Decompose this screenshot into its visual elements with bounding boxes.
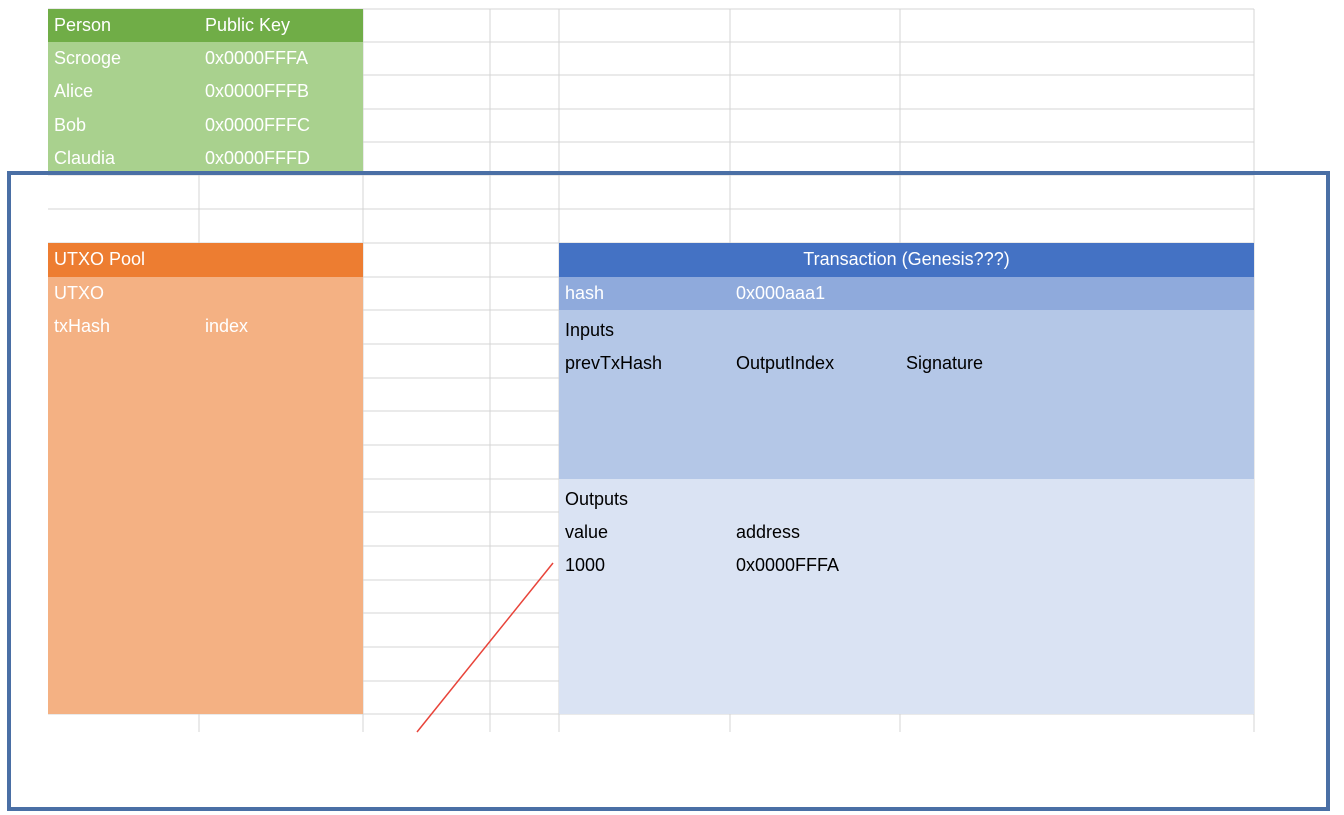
transaction-inputs-section: Inputs prevTxHash OutputIndex Signature	[559, 310, 1254, 479]
header-public-key[interactable]: Public Key	[199, 9, 363, 42]
output-address-cell[interactable]: 0x0000FFFA	[730, 549, 1030, 582]
inputs-col-prevtxhash[interactable]: prevTxHash	[559, 347, 730, 380]
utxo-subtitle[interactable]: UTXO	[48, 277, 199, 310]
outputs-label[interactable]: Outputs	[559, 483, 730, 516]
outputs-col-value[interactable]: value	[559, 516, 730, 549]
person-name-cell[interactable]: Bob	[48, 109, 199, 142]
inputs-label[interactable]: Inputs	[559, 314, 730, 347]
utxo-col-index[interactable]: index	[199, 310, 363, 344]
transaction-outputs-section: Outputs value address 1000 0x0000FFFA	[559, 479, 1254, 714]
utxo-col-txhash[interactable]: txHash	[48, 310, 199, 344]
utxo-pool-body: UTXO txHash index	[48, 277, 363, 714]
utxo-pool-title[interactable]: UTXO Pool	[48, 243, 363, 277]
hash-label[interactable]: hash	[559, 277, 730, 310]
transaction-title[interactable]: Transaction (Genesis???)	[559, 243, 1254, 277]
person-name-cell[interactable]: Scrooge	[48, 42, 199, 75]
hash-value[interactable]: 0x000aaa1	[730, 277, 1030, 310]
header-person[interactable]: Person	[48, 9, 199, 42]
public-key-cell[interactable]: 0x0000FFFC	[199, 109, 363, 142]
inputs-col-signature[interactable]: Signature	[900, 347, 1150, 380]
person-name-cell[interactable]: Alice	[48, 75, 199, 109]
public-key-cell[interactable]: 0x0000FFFD	[199, 142, 363, 175]
outputs-col-address[interactable]: address	[730, 516, 1030, 549]
output-value-cell[interactable]: 1000	[559, 549, 730, 582]
transaction-hash-row: hash 0x000aaa1	[559, 277, 1254, 310]
person-name-cell[interactable]: Claudia	[48, 142, 199, 175]
inputs-col-outputindex[interactable]: OutputIndex	[730, 347, 900, 380]
public-key-cell[interactable]: 0x0000FFFB	[199, 75, 363, 109]
public-key-cell[interactable]: 0x0000FFFA	[199, 42, 363, 75]
